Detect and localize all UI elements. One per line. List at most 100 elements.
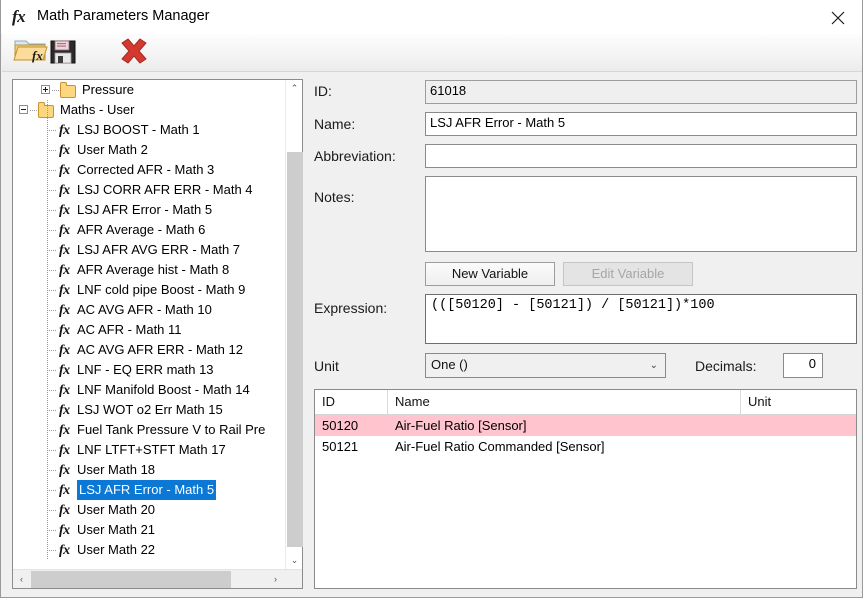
tree-item[interactable]: Pressure — [13, 80, 286, 100]
close-button[interactable] — [816, 0, 862, 33]
unit-selected-value: One () — [431, 357, 468, 372]
column-header-name[interactable]: Name — [388, 390, 741, 414]
column-header-id[interactable]: ID — [315, 390, 388, 414]
table-row[interactable]: 50121 Air-Fuel Ratio Commanded [Sensor] — [315, 436, 856, 457]
folder-icon — [60, 82, 76, 98]
tree-guide-line — [47, 330, 57, 331]
tree-item-label: LSJ BOOST - Math 1 — [77, 122, 200, 137]
tree-guide-line — [47, 230, 57, 231]
fx-icon: fx — [59, 123, 70, 138]
tree-item[interactable]: fx User Math 2 — [13, 140, 286, 160]
window-title: Math Parameters Manager — [37, 8, 210, 24]
tree-item-label: AC AVG AFR ERR - Math 12 — [77, 342, 243, 357]
tree-item[interactable]: fx LSJ AFR AVG ERR - Math 7 — [13, 240, 286, 260]
tree-item-label: LSJ AFR Error - Math 5 — [77, 480, 217, 500]
tree-item-label: AFR Average - Math 6 — [77, 222, 206, 237]
tree-item[interactable]: fx AC AVG AFR - Math 10 — [13, 300, 286, 320]
tree-item[interactable]: fx LSJ AFR Error - Math 5 — [13, 480, 286, 500]
tree-item[interactable]: fx AC AFR - Math 11 — [13, 320, 286, 340]
tree-item[interactable]: fx LSJ BOOST - Math 1 — [13, 120, 286, 140]
tree-guide-line — [47, 310, 57, 311]
collapse-minus-icon[interactable] — [19, 105, 28, 114]
unit-select[interactable]: One () ⌄ — [425, 353, 666, 378]
tree-item[interactable]: fx AC AVG AFR ERR - Math 12 — [13, 340, 286, 360]
tree-item-label: Pressure — [82, 82, 135, 97]
tree-item-label: LSJ AFR Error - Math 5 — [77, 202, 213, 217]
tree-item-label: User Math 2 — [77, 142, 148, 157]
variables-list-header: ID Name Unit — [315, 390, 856, 415]
tree-item-label: LSJ CORR AFR ERR - Math 4 — [77, 182, 253, 197]
scroll-up-arrow[interactable]: ⌃ — [286, 80, 303, 97]
tree-guide-line — [52, 90, 59, 91]
delete-x-icon — [121, 38, 147, 64]
tree-item[interactable]: fx LNF cold pipe Boost - Math 9 — [13, 280, 286, 300]
tree-item[interactable]: fx LSJ WOT o2 Err Math 15 — [13, 400, 286, 420]
tree-item[interactable]: fx AFR Average hist - Math 8 — [13, 260, 286, 280]
table-cell-id: 50121 — [322, 439, 359, 454]
vertical-scroll-thumb[interactable] — [287, 152, 303, 547]
abbreviation-input[interactable] — [425, 144, 857, 168]
expression-input[interactable]: (([50120] - [50121]) / [50121])*100 — [425, 294, 857, 344]
tree-guide-line — [47, 250, 57, 251]
tree-item-label: Maths - User — [60, 102, 135, 117]
fx-icon: fx — [59, 363, 70, 378]
decimals-label: Decimals: — [695, 358, 757, 374]
tree-horizontal-scrollbar[interactable]: ‹ › — [13, 569, 302, 588]
tree-item[interactable]: fx Fuel Tank Pressure V to Rail Pre — [13, 420, 286, 440]
scroll-left-arrow[interactable]: ‹ — [13, 571, 30, 588]
close-icon — [831, 11, 845, 25]
fx-icon: fx — [59, 483, 70, 498]
tree-item[interactable]: fx LNF - EQ ERR math 13 — [13, 360, 286, 380]
tree-item[interactable]: fx LSJ CORR AFR ERR - Math 4 — [13, 180, 286, 200]
variables-list[interactable]: ID Name Unit 50120 Air-Fuel Ratio [Sensor] 5… — [314, 389, 857, 589]
expand-plus-icon[interactable] — [41, 85, 50, 94]
tree-item-label: User Math 21 — [77, 522, 156, 537]
tree-item[interactable]: fx Corrected AFR - Math 3 — [13, 160, 286, 180]
scroll-right-arrow[interactable]: › — [267, 571, 284, 588]
decimals-input[interactable]: 0 — [783, 353, 823, 378]
tree-item-label: User Math 20 — [77, 502, 156, 517]
column-header-unit[interactable]: Unit — [741, 390, 856, 414]
id-field: 61018 — [425, 80, 857, 104]
fx-icon: fx — [59, 423, 70, 438]
delete-button[interactable] — [113, 34, 161, 72]
tree-guide-line — [47, 410, 57, 411]
tree-item-label: User Math 22 — [77, 542, 156, 557]
fx-icon: fx — [12, 7, 26, 26]
tree-item-label: AC AFR - Math 11 — [77, 322, 182, 337]
edit-variable-button: Edit Variable — [563, 262, 693, 286]
table-cell-unit — [741, 436, 856, 457]
tree-item[interactable]: fx User Math 21 — [13, 520, 286, 540]
title-bar: fx Math Parameters Manager — [1, 0, 862, 34]
name-input[interactable]: LSJ AFR Error - Math 5 — [425, 112, 857, 136]
tree-item[interactable]: fx User Math 18 — [13, 460, 286, 480]
tree-guide-line — [47, 210, 57, 211]
folder-icon — [38, 102, 54, 118]
tree-item-label: User Math 18 — [77, 462, 156, 477]
tree-guide-line — [47, 390, 57, 391]
fx-icon: fx — [59, 343, 70, 358]
scroll-down-arrow[interactable]: ⌄ — [286, 552, 303, 569]
new-variable-button[interactable]: New Variable — [425, 262, 555, 286]
tree-item[interactable]: fx LNF LTFT+STFT Math 17 — [13, 440, 286, 460]
tree-item[interactable]: fx AFR Average - Math 6 — [13, 220, 286, 240]
tree-item[interactable]: fx User Math 20 — [13, 500, 286, 520]
chevron-down-icon: ⌄ — [649, 360, 658, 371]
tree-item-label: Corrected AFR - Math 3 — [77, 162, 215, 177]
unit-label: Unit — [314, 358, 339, 374]
horizontal-scroll-thumb[interactable] — [31, 571, 231, 588]
tree-guide-line — [47, 490, 57, 491]
tree-item-label: LNF Manifold Boost - Math 14 — [77, 382, 250, 397]
save-button[interactable] — [43, 34, 89, 72]
fx-icon: fx — [59, 263, 70, 278]
tree-item[interactable]: fx LNF Manifold Boost - Math 14 — [13, 380, 286, 400]
tree-view[interactable]: Pressure Maths - User fx LSJ BOOST - Math 1… — [13, 80, 286, 569]
tree-item[interactable]: Maths - User — [13, 100, 286, 120]
notes-input[interactable] — [425, 176, 857, 252]
tree-item[interactable]: fx LSJ AFR Error - Math 5 — [13, 200, 286, 220]
table-cell-unit — [741, 415, 856, 436]
table-row[interactable]: 50120 Air-Fuel Ratio [Sensor] — [315, 415, 856, 436]
tree-vertical-scrollbar[interactable]: ⌃ ⌄ — [285, 80, 303, 569]
tree-guide-line — [47, 510, 57, 511]
tree-item[interactable]: fx User Math 22 — [13, 540, 286, 560]
